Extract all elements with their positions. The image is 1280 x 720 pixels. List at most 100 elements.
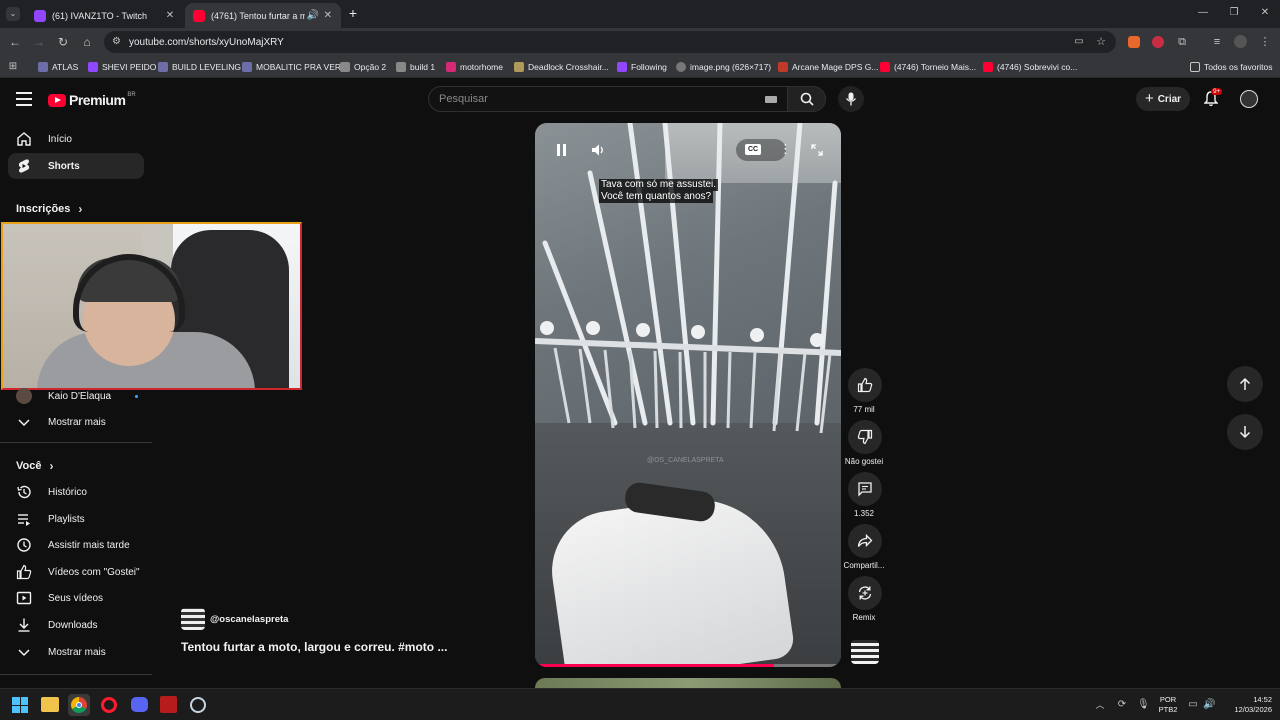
volume-icon[interactable] [591,143,605,157]
discord-icon[interactable] [131,697,148,712]
search-button[interactable] [788,86,826,112]
sidebar-item-your-videos[interactable]: Seus vídeos [8,585,144,611]
profile-avatar[interactable] [1234,35,1247,48]
youtube-icon [880,62,890,72]
sidebar-show-more-you[interactable]: Mostrar mais [8,639,144,665]
sidebar-show-more-subscriptions[interactable]: Mostrar mais [8,409,144,435]
app-icon[interactable] [160,696,177,713]
network-icon[interactable]: ▭ [1187,698,1199,712]
arcane-icon [778,62,788,72]
bookmark-item[interactable]: MOBALITIC PRA VER [242,60,341,74]
tray-overflow-icon[interactable]: ︿ [1094,698,1106,712]
next-short-preview[interactable] [535,678,841,688]
shield-icon [242,62,252,72]
back-icon[interactable]: ← [8,35,22,49]
address-bar[interactable]: ⚙ youtube.com/shorts/xyUnoMajXRY [104,31,1116,53]
windows-start-icon[interactable] [12,697,28,713]
you-heading[interactable]: Você › [16,459,53,473]
sidebar-item-history[interactable]: Histórico [8,479,144,505]
bookmark-item[interactable]: image.png (626×717) [676,60,771,74]
bookmark-item[interactable]: Arcane Mage DPS G... [778,60,878,74]
bookmark-item[interactable]: motorhome [446,60,503,74]
notifications-button[interactable]: 9+ [1204,88,1223,107]
hamburger-menu-icon[interactable] [16,92,32,106]
caption-line: Tava com só me assustei. [599,179,719,191]
bookmark-item[interactable]: Opção 2 [340,60,386,74]
sidebar-item-home[interactable]: Início [8,126,144,152]
forward-icon[interactable]: → [32,35,46,49]
keyboard-icon[interactable] [765,96,777,103]
create-button[interactable]: + Criar [1136,87,1190,111]
search-input[interactable]: Pesquisar [428,86,788,112]
bookmark-item[interactable]: SHEVI PEIDO [88,60,156,74]
minimize-icon[interactable]: — [1196,6,1210,20]
chrome-icon[interactable] [68,694,90,716]
apps-grid-icon[interactable]: ⊞ [6,60,20,74]
bookmark-item[interactable]: (4746) Sobrevivi co... [983,60,1077,74]
window-close-icon[interactable]: ✕ [1258,6,1272,20]
tab-youtube[interactable]: (4761) Tentou furtar a moto 🔊 ✕ [185,3,341,28]
bookmark-item[interactable]: ATLAS [38,60,78,74]
remix-button[interactable] [848,576,882,610]
extensions-icon[interactable]: ⧉ [1175,35,1189,49]
comments-button[interactable] [848,472,882,506]
opera-icon[interactable] [101,697,117,713]
cc-icon[interactable]: CC [745,144,761,155]
bookmark-item[interactable]: Deadlock Crosshair... [514,60,609,74]
install-app-icon[interactable]: ▭ [1072,35,1086,49]
sidebar-item-watch-later[interactable]: Assistir mais tarde [8,532,144,558]
reading-list-icon[interactable]: ≡ [1210,35,1224,49]
file-explorer-icon[interactable] [41,697,59,712]
new-tab-button[interactable]: + [346,6,360,20]
video-progress-track[interactable] [535,664,841,667]
next-short-button[interactable] [1227,414,1263,450]
bookmark-star-icon[interactable]: ☆ [1094,35,1108,49]
dislike-button[interactable] [848,420,882,454]
sidebar-item-liked-videos[interactable]: Vídeos com "Gostei" [8,559,144,585]
like-button[interactable] [848,368,882,402]
sidebar-item-playlists[interactable]: Playlists [8,506,144,532]
channel-name[interactable]: @oscanelaspreta [210,614,288,625]
sound-thumbnail[interactable] [851,640,879,664]
bookmark-item[interactable]: build 1 [396,60,435,74]
tab-twitch[interactable]: (61) IVANZ1TO - Twitch ✕ [26,3,184,28]
extension-fox-icon[interactable] [1128,36,1140,48]
all-bookmarks-folder[interactable]: Todos os favoritos [1190,60,1273,74]
short-video-player[interactable]: @OS_CANELASPRETA CC ⋮ Tava com só me ass… [535,123,841,667]
more-options-icon[interactable]: ⋮ [779,142,792,156]
sidebar-item-downloads[interactable]: Downloads [8,612,144,638]
fullscreen-icon[interactable] [811,144,823,156]
short-title[interactable]: Tentou furtar a moto, largou e correu. #… [181,640,447,654]
home-icon[interactable]: ⌂ [80,35,94,49]
url-text: youtube.com/shorts/xyUnoMajXRY [128,36,284,48]
share-button[interactable] [848,524,882,558]
channel-avatar[interactable] [181,608,205,630]
account-avatar[interactable] [1240,90,1258,108]
close-icon[interactable]: ✕ [164,10,176,22]
speaker-icon[interactable]: 🔊 [1203,698,1215,712]
bookmark-item[interactable]: BUILD LEVELING [158,60,241,74]
sync-icon[interactable]: ⟳ [1115,698,1129,712]
pause-icon[interactable] [557,144,567,156]
clock[interactable]: 14:52 12/03/2026 [1224,695,1272,715]
microphone-icon[interactable]: 🎙 [1137,698,1150,712]
reload-icon[interactable]: ↻ [56,35,70,49]
youtube-logo[interactable]: Premium BR [48,90,136,110]
tab-search-icon[interactable]: ⌄ [6,7,20,21]
input-language[interactable]: POR PTB2 [1156,695,1180,715]
audio-icon[interactable]: 🔊 [307,10,319,22]
site-info-icon[interactable]: ⚙ [112,35,121,49]
steam-icon[interactable] [190,697,206,713]
close-icon[interactable]: ✕ [323,10,333,22]
sidebar-item-shorts[interactable]: Shorts [8,153,144,179]
subscriptions-heading[interactable]: Inscrições › [16,202,82,216]
extension-badge-icon[interactable] [1152,36,1164,48]
bookmark-item[interactable]: Following [617,60,667,74]
sidebar-item-channel[interactable]: Kaio D'Elaqua [8,383,144,409]
browser-menu-icon[interactable]: ⋮ [1258,35,1272,49]
deadlock-icon [514,62,524,72]
voice-search-button[interactable] [838,86,864,112]
restore-icon[interactable]: ❐ [1227,6,1241,20]
previous-short-button[interactable] [1227,366,1263,402]
bookmark-item[interactable]: (4746) Torneio Mais... [880,60,976,74]
